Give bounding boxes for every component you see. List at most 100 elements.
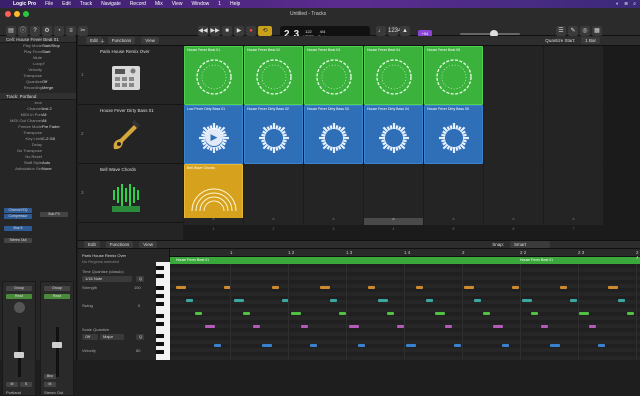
empty-cell[interactable]	[484, 164, 543, 223]
pattern-cell[interactable]: Low Fever Dirty Bass 01 ▶	[184, 105, 243, 164]
empty-cell[interactable]	[364, 164, 423, 223]
functions-menu[interactable]: Functions	[107, 37, 136, 44]
view-menu[interactable]: View	[141, 37, 159, 44]
pan-knob[interactable]	[14, 302, 25, 313]
scene-trigger-button[interactable]: ⌃	[244, 218, 303, 225]
scene-trigger-button[interactable]: ⌃	[544, 218, 603, 225]
track-inspector-header[interactable]: Track: Portland	[0, 93, 76, 100]
midi-note[interactable]	[252, 324, 260, 328]
menu-mix[interactable]: Mix	[155, 1, 163, 7]
black-key[interactable]	[156, 266, 164, 270]
midi-note[interactable]	[531, 312, 539, 315]
empty-cell[interactable]	[544, 105, 603, 164]
quantize-start-select[interactable]: 1 Bar	[581, 37, 600, 44]
property-row[interactable]: Recording Merge	[0, 85, 76, 91]
midi-note[interactable]	[550, 344, 561, 347]
midi-note[interactable]	[243, 312, 251, 315]
midi-note[interactable]	[579, 312, 590, 315]
empty-cell[interactable]	[424, 164, 483, 223]
add-track-icon[interactable]: ＋	[100, 38, 105, 45]
cycle-button[interactable]: ⟲	[258, 26, 272, 36]
rewind-button[interactable]: ◀◀	[198, 26, 208, 36]
bounce-button[interactable]: Bnc	[44, 374, 56, 379]
tuner-button[interactable]: ♩	[376, 26, 386, 36]
midi-note[interactable]	[320, 286, 330, 290]
pattern-cell[interactable]: House Fever Beat 01	[184, 46, 243, 105]
note-value-select[interactable]: 1/16 Note	[82, 276, 132, 282]
midi-note[interactable]	[377, 299, 388, 303]
midi-note[interactable]	[521, 299, 532, 303]
group-slot-2[interactable]: Group	[44, 286, 70, 291]
bus-send-slot[interactable]: Bus 6	[4, 226, 32, 231]
track-header-1[interactable]: 1 Paris House Remix Over	[78, 46, 183, 105]
property-row[interactable]: Articulation Set None	[0, 166, 76, 172]
forward-button[interactable]: ▶▶	[210, 26, 220, 36]
black-key[interactable]	[156, 350, 164, 354]
menu-window[interactable]: Window	[191, 1, 209, 7]
midi-note[interactable]	[483, 312, 491, 315]
loop-browser-button[interactable]: ◎	[580, 26, 590, 36]
piano-roll-grid[interactable]	[170, 264, 640, 360]
list-editors-button[interactable]: ☰	[556, 26, 566, 36]
midi-note[interactable]	[627, 312, 635, 315]
midi-note[interactable]	[204, 324, 215, 328]
menu-1[interactable]: 1	[218, 1, 221, 7]
midi-note[interactable]	[262, 344, 273, 347]
empty-cell[interactable]	[544, 164, 603, 223]
pattern-cell[interactable]: House Fever Beat 05	[424, 46, 483, 105]
empty-cell[interactable]	[304, 164, 363, 223]
pattern-cell[interactable]: House Fever Dirty Bass 03	[304, 105, 363, 164]
wifi-icon[interactable]: ≋	[624, 1, 628, 7]
midi-note[interactable]	[195, 312, 203, 315]
automation-read-2[interactable]: Read	[44, 294, 70, 299]
search-icon[interactable]: ⌕	[633, 1, 636, 7]
metronome-button[interactable]: ▲	[400, 26, 410, 36]
midi-note[interactable]	[358, 344, 366, 347]
midi-note[interactable]	[291, 312, 302, 315]
mute-button-out[interactable]: M	[44, 382, 56, 387]
property-value[interactable]: Merge	[42, 85, 72, 91]
property-value[interactable]: None	[42, 166, 72, 172]
track-name[interactable]: House Fever Dirty Bass 01	[100, 108, 154, 113]
black-key[interactable]	[156, 334, 164, 338]
toolbar-button[interactable]: ⚙	[42, 26, 52, 36]
midi-note[interactable]	[598, 344, 606, 347]
scene-trigger-button[interactable]: ⌃	[484, 218, 543, 225]
compressor-slot[interactable]: Compressor	[4, 214, 32, 219]
cell-inspector-header[interactable]: Cell: House Fever Beat 01	[0, 36, 76, 43]
midi-note[interactable]	[310, 344, 318, 347]
menu-view[interactable]: View	[172, 1, 183, 7]
stop-button[interactable]: ■	[222, 26, 232, 36]
control-center-icon[interactable]: ◐	[616, 1, 619, 7]
midi-note[interactable]	[300, 324, 308, 328]
midi-note[interactable]	[387, 312, 395, 315]
record-button[interactable]: ●	[246, 26, 256, 36]
output-slot[interactable]: Stereo Out	[4, 238, 32, 243]
midi-note[interactable]	[272, 286, 279, 290]
midi-note[interactable]	[464, 286, 474, 290]
library-button[interactable]: ▤	[6, 26, 16, 36]
black-key[interactable]	[156, 314, 164, 318]
play-button[interactable]: ▶	[234, 26, 244, 36]
pr-view-menu[interactable]: View	[139, 241, 157, 248]
pr-functions-menu[interactable]: Functions	[105, 241, 134, 248]
menu-navigate[interactable]: Navigate	[101, 1, 121, 7]
pr-edit-menu[interactable]: Edit	[84, 241, 100, 248]
midi-note[interactable]	[588, 324, 596, 328]
group-slot[interactable]: Group	[6, 286, 32, 291]
swing-value[interactable]: 0	[138, 303, 140, 308]
pattern-cell[interactable]: House Fever Beat 04	[364, 46, 423, 105]
midi-note[interactable]	[473, 299, 481, 303]
scene-trigger-button[interactable]: ⌃	[184, 218, 243, 225]
pattern-cell[interactable]: House Fever Beat 03	[304, 46, 363, 105]
editors-button[interactable]: ✂	[78, 26, 88, 36]
scale-major-select[interactable]: Major	[100, 334, 124, 340]
menu-help[interactable]: Help	[230, 1, 240, 7]
menu-edit[interactable]: Edit	[62, 1, 71, 7]
empty-cell[interactable]	[244, 164, 303, 223]
midi-note[interactable]	[214, 344, 222, 347]
strength-value[interactable]: 100	[134, 285, 141, 290]
mixer-button[interactable]: ≡	[66, 26, 76, 36]
scale-off-select[interactable]: Off	[82, 334, 98, 340]
zoom-window-button[interactable]	[23, 11, 29, 17]
